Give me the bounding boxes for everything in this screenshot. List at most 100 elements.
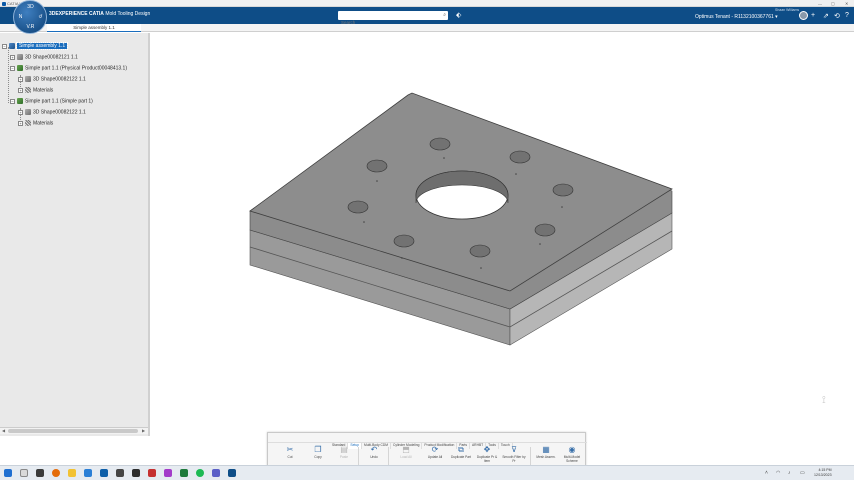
paste-button[interactable]: ▤ Paste	[332, 445, 356, 467]
volume-icon[interactable]: ♪	[788, 470, 791, 476]
bolt-hole	[393, 234, 415, 248]
app-logo-icon	[2, 1, 6, 6]
copy-button[interactable]: ❐ Copy	[306, 445, 330, 467]
task-view-icon[interactable]	[36, 469, 44, 477]
expand-icon[interactable]: +	[18, 120, 23, 126]
tree-node-part-1[interactable]: − Simple part 1.1 (Physical Product000484…	[10, 65, 127, 72]
app-name: CATIA	[89, 11, 104, 17]
help-icon[interactable]: ?	[845, 12, 849, 19]
load-all-button[interactable]: ⬒ Load All	[394, 445, 418, 467]
tree-node-label[interactable]: Simple assembly 1.1	[15, 42, 69, 51]
scrollbar-thumb[interactable]	[8, 429, 138, 433]
tree-node-label[interactable]: Simple part 1.1 (Physical Product0004841…	[25, 65, 127, 71]
chevron-up-icon[interactable]: ˄	[765, 470, 768, 476]
duplicate-icon: ⧉	[458, 445, 464, 454]
compass-icon[interactable]: 3D N ↺ V.R	[13, 0, 47, 34]
terminal-icon[interactable]	[116, 469, 124, 477]
tree-node-label[interactable]: 3D Shape00082122 1.1	[33, 76, 86, 82]
tenant-selector[interactable]: Optimus Tenant - R1132100367761 ▾	[695, 14, 778, 20]
avatar[interactable]	[799, 11, 808, 20]
tree-node-label[interactable]: Simple part 1.1 (Simple part 1)	[25, 98, 93, 104]
scroll-left-icon[interactable]: ◀	[2, 428, 5, 434]
start-icon[interactable]	[4, 469, 12, 477]
expand-icon[interactable]: +	[10, 54, 15, 60]
expand-icon[interactable]: +	[18, 76, 23, 82]
3d-viewport[interactable]: ⟟	[150, 33, 854, 436]
collapse-icon[interactable]: −	[10, 98, 15, 104]
action-bar: Standard Setup Multi-Body CDM Cylinder Mode…	[267, 432, 587, 468]
tree-node-label[interactable]: 3D Shape00082121 1.1	[25, 54, 78, 60]
file-explorer-icon[interactable]	[68, 469, 76, 477]
close-icon[interactable]: ✕	[845, 0, 848, 7]
minimize-icon[interactable]: —	[818, 0, 822, 7]
firefox-icon[interactable]	[52, 469, 60, 477]
tree-horizontal-scrollbar[interactable]: ◀ ▶	[0, 427, 148, 434]
compass-left-label: N	[18, 14, 23, 20]
search-taskbar-icon[interactable]	[20, 469, 28, 477]
tree-node-part-2[interactable]: − Simple part 1.1 (Simple part 1)	[10, 98, 93, 105]
toolbar-separator	[388, 447, 389, 465]
undo-icon: ↶	[370, 445, 378, 454]
mesh-assembly-button[interactable]: ▦ Mesh Assem.	[534, 445, 558, 467]
load-icon: ⬒	[402, 445, 410, 454]
copy-icon: ❐	[314, 445, 322, 454]
search-icon[interactable]: ⌕	[443, 12, 446, 18]
catia-app-window: CATIA V6R — ▢ ✕ 3DEXPERIENCE CATIA Mold …	[0, 0, 854, 480]
bolt-hole	[429, 137, 451, 151]
tree-node-label[interactable]: Materials	[33, 87, 53, 93]
collapse-icon[interactable]: −	[10, 65, 15, 71]
clock-date: 12/13/2023	[814, 473, 832, 477]
tree-node-part-1-shape[interactable]: +3D Shape00082122 1.1	[18, 76, 86, 83]
search-box[interactable]: ⌕	[338, 11, 448, 27]
toolbar-separator	[530, 447, 531, 465]
adobe-icon[interactable]	[148, 469, 156, 477]
expand-icon[interactable]: +	[18, 109, 23, 115]
duplicate-part-button[interactable]: ⧉ Duplicate Part	[449, 445, 473, 467]
tab-simple-assembly[interactable]: Simple assembly 1.1	[47, 24, 141, 32]
catia-taskbar-icon[interactable]	[228, 469, 236, 477]
edge-icon[interactable]	[84, 469, 92, 477]
battery-icon[interactable]: ▭	[800, 470, 805, 476]
action-bar-tabs: Standard Setup Multi-Body CDM Cylinder Mode…	[330, 433, 513, 449]
outlook-icon[interactable]	[100, 469, 108, 477]
tree-node-part-2-materials[interactable]: + Materials	[18, 120, 53, 127]
add-icon[interactable]: +	[811, 12, 815, 19]
axis-triad-icon[interactable]: ⟟	[822, 395, 826, 406]
shape-icon	[25, 76, 31, 82]
smooth-filter-button[interactable]: ⊽ Smooth Filter by Pr	[502, 445, 526, 467]
cut-button[interactable]: ✂ Cut	[278, 445, 302, 467]
part-icon	[17, 65, 23, 71]
tree-node-part-2-shape[interactable]: +3D Shape00082122 1.1	[18, 109, 86, 116]
store-icon[interactable]	[132, 469, 140, 477]
maximize-icon[interactable]: ▢	[831, 0, 835, 7]
tree-node-shape-1[interactable]: +3D Shape00082121 1.1	[10, 54, 78, 61]
bolt-hole	[347, 200, 369, 214]
expand-icon[interactable]: +	[18, 87, 23, 93]
multi-model-scheme-button[interactable]: ◉ Multi-Model Scheme	[560, 445, 584, 467]
collapse-icon[interactable]: −	[2, 43, 7, 49]
network-icon[interactable]: ◠	[776, 470, 780, 476]
update-all-button[interactable]: ⟳ Update All	[423, 445, 447, 467]
community-icon[interactable]: ⟲	[834, 12, 840, 20]
excel-icon[interactable]	[180, 469, 188, 477]
scroll-right-icon[interactable]: ▶	[142, 428, 145, 434]
tag-icon[interactable]: ⬖	[456, 11, 461, 19]
spotify-icon[interactable]	[196, 469, 204, 477]
bolt-hole	[509, 150, 531, 164]
tree-node-label[interactable]: Materials	[33, 120, 53, 126]
tree-node-part-1-materials[interactable]: + Materials	[18, 87, 53, 94]
duplicate-item-button[interactable]: ✥ Duplicate Pr & Item	[475, 445, 499, 467]
share-icon[interactable]: ⇗	[823, 12, 829, 20]
undo-button[interactable]: ↶ Undo	[362, 445, 386, 467]
taskbar-clock[interactable]: 4:15 PM 12/13/2023	[814, 468, 832, 478]
bolt-hole	[552, 183, 574, 197]
toolbar-separator	[358, 447, 359, 465]
teams-icon[interactable]	[212, 469, 220, 477]
tree-node-root[interactable]: − Simple assembly 1.1	[2, 42, 69, 51]
bolt-hole	[534, 223, 556, 237]
onenote-icon[interactable]	[164, 469, 172, 477]
tree-node-label[interactable]: 3D Shape00082122 1.1	[33, 109, 86, 115]
hole-center-point	[515, 173, 517, 175]
3d-model-render[interactable]	[150, 33, 854, 436]
bolt-hole	[469, 244, 491, 258]
